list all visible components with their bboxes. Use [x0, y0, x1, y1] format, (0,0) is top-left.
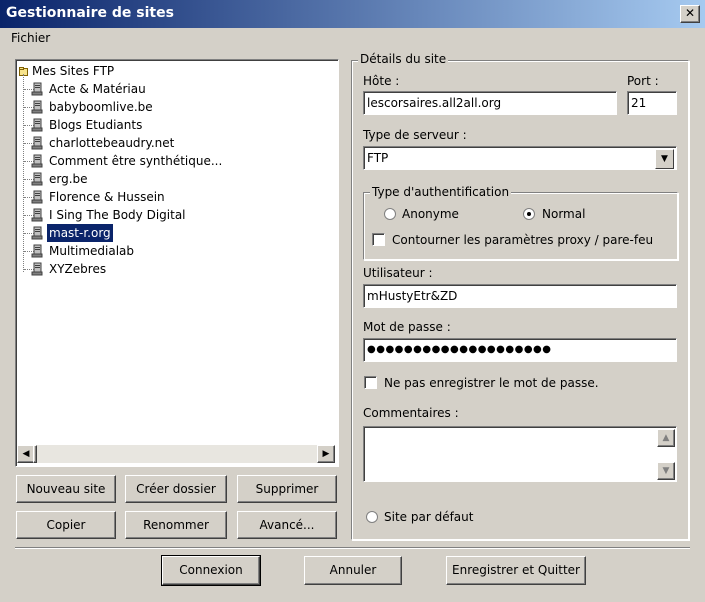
tree-item-label: XYZebres [49, 262, 107, 276]
user-field[interactable]: mHustyEtr&ZD [363, 284, 677, 308]
bypass-proxy-checkbox[interactable] [372, 233, 385, 246]
no-save-password-checkbox[interactable] [364, 376, 377, 389]
menu-bar [0, 28, 705, 48]
auth-anonymous-label: Anonyme [402, 207, 459, 221]
bypass-proxy-label: Contourner les paramètres proxy / pare-f… [392, 233, 654, 247]
close-icon[interactable]: ✕ [680, 5, 700, 23]
auth-normal-label: Normal [542, 207, 586, 221]
tree-horizontal-scrollbar[interactable]: ◀ ▶ [17, 445, 335, 463]
tree-item-label: Acte & Matériau [49, 82, 146, 96]
cancel-button[interactable]: Annuler [304, 556, 402, 585]
tree-item-label: erg.be [49, 172, 88, 186]
tree-connector [23, 74, 24, 272]
port-field[interactable]: 21 [627, 91, 677, 115]
delete-button[interactable]: Supprimer [237, 475, 337, 503]
advanced-button[interactable]: Avancé... [237, 511, 337, 539]
scroll-right-icon[interactable]: ▶ [317, 445, 335, 463]
server-icon [31, 100, 43, 114]
auth-group-label: Type d'authentification [370, 185, 512, 199]
tree-item-label: mast-r.org [47, 224, 113, 242]
server-icon [31, 154, 43, 168]
auth-normal-radio[interactable] [523, 208, 535, 220]
server-icon [31, 82, 43, 96]
auth-anonymous-radio[interactable] [384, 208, 396, 220]
server-type-label: Type de serveur : [363, 128, 467, 142]
user-label: Utilisateur : [363, 266, 433, 280]
site-details-label: Détails du site [358, 52, 449, 66]
tree-item-label: I Sing The Body Digital [49, 208, 186, 222]
host-field[interactable]: lescorsaires.all2all.org [363, 91, 617, 115]
server-icon [31, 190, 43, 204]
default-site-radio[interactable] [366, 511, 378, 523]
host-label: Hôte : [363, 74, 400, 88]
new-folder-button[interactable]: Créer dossier [125, 475, 227, 503]
server-icon [31, 226, 43, 240]
connect-button[interactable]: Connexion [161, 555, 261, 586]
tree-item-label: Florence & Hussein [49, 190, 165, 204]
window-title: Gestionnaire de sites [6, 5, 174, 21]
copy-button[interactable]: Copier [16, 511, 116, 539]
tree-item-label: babyboomlive.be [49, 100, 153, 114]
site-tree[interactable]: Mes Sites FTP Acte & Matériau babyboomliv… [15, 59, 339, 467]
new-site-button[interactable]: Nouveau site [16, 475, 116, 503]
save-quit-button[interactable]: Enregistrer et Quitter [446, 556, 586, 585]
rename-button[interactable]: Renommer [125, 511, 227, 539]
password-label: Mot de passe : [363, 320, 451, 334]
port-label: Port : [627, 74, 659, 88]
comments-field[interactable] [363, 426, 677, 482]
footer-separator [15, 547, 690, 549]
server-icon [31, 208, 43, 222]
tree-item-label: charlottebeaudry.net [49, 136, 175, 150]
server-type-select[interactable]: FTP ▼ [363, 146, 677, 170]
comments-scroll-down-icon[interactable]: ▼ [657, 462, 675, 480]
password-field[interactable]: ●●●●●●●●●●●●●●●●●●●● [363, 338, 677, 362]
server-icon [31, 244, 43, 258]
server-icon [31, 118, 43, 132]
server-icon [31, 262, 43, 276]
scroll-thumb[interactable] [33, 445, 37, 463]
tree-item-label: Comment être synthétique... [49, 154, 223, 168]
no-save-password-label: Ne pas enregistrer le mot de passe. [384, 376, 599, 390]
tree-item-label: Blogs Etudiants [49, 118, 143, 132]
menu-file[interactable]: Fichier [11, 31, 50, 45]
default-site-label: Site par défaut [384, 510, 474, 524]
chevron-down-icon[interactable]: ▼ [655, 149, 674, 169]
tree-item-label: Multimedialab [49, 244, 135, 258]
comments-label: Commentaires : [363, 406, 459, 420]
server-icon [31, 172, 43, 186]
title-bar: Gestionnaire de sites ✕ [0, 0, 705, 28]
server-type-value: FTP [367, 151, 389, 165]
server-icon [31, 136, 43, 150]
comments-scroll-up-icon[interactable]: ▲ [657, 429, 675, 447]
tree-root-label: Mes Sites FTP [32, 64, 115, 78]
auth-group [363, 192, 678, 260]
